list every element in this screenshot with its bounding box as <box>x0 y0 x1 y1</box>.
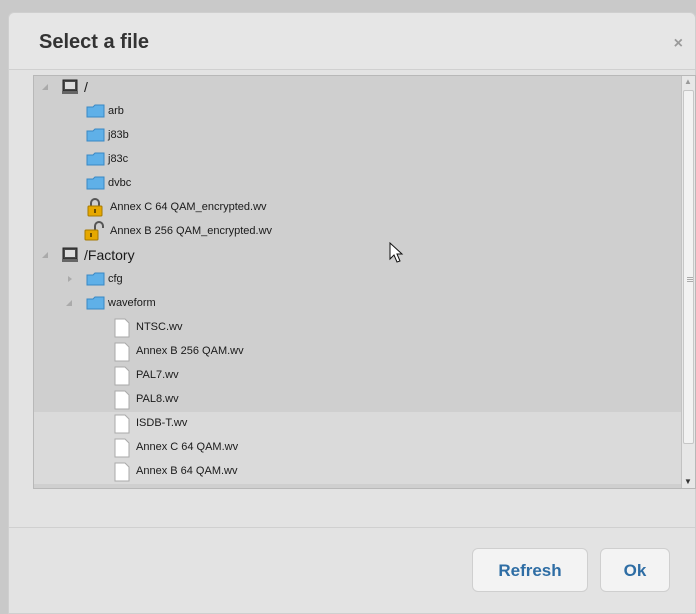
tree-row-file[interactable]: PAL7.wv <box>34 364 681 388</box>
tree-row-folder[interactable]: dvbc <box>34 172 681 196</box>
tree-item-label: Annex C 64 QAM_encrypted.wv <box>110 201 267 213</box>
tree-item-label: arb <box>108 105 124 117</box>
expand-toggle-icon[interactable] <box>66 300 72 306</box>
tree-item-label: PAL7.wv <box>136 369 179 381</box>
tree-row-file[interactable]: Annex C 64 QAM.wv <box>34 436 681 460</box>
file-icon <box>114 414 130 434</box>
folder-icon <box>86 104 105 118</box>
tree-item-label: j83b <box>108 129 129 141</box>
tree-row-folder[interactable]: arb <box>34 100 681 124</box>
file-icon <box>114 366 130 386</box>
tree-row-file[interactable]: Annex B 256 QAM_encrypted.wv <box>34 220 681 244</box>
folder-icon <box>86 128 105 142</box>
grip-icon <box>687 277 693 278</box>
tree-row-file[interactable]: NTSC.wv <box>34 316 681 340</box>
tree-row-file[interactable]: Annex C 64 QAM_encrypted.wv <box>34 196 681 220</box>
tree-item-label: Annex B 256 QAM_encrypted.wv <box>110 225 273 237</box>
tree-row-file[interactable]: ISDB-T.wv <box>34 412 681 436</box>
file-icon <box>114 390 130 410</box>
tree-item-label: / <box>84 79 88 95</box>
folder-icon <box>86 176 105 190</box>
tree-row-folder[interactable]: cfg <box>34 268 681 292</box>
refresh-button[interactable]: Refresh <box>472 548 588 592</box>
hard-drive-icon <box>62 79 78 94</box>
file-icon <box>114 318 130 338</box>
tree-item-label: dvbc <box>108 177 132 189</box>
lock-closed-icon <box>87 198 103 217</box>
tree-item-label: Annex B 64 QAM.wv <box>136 465 238 477</box>
tree-row-folder[interactable]: waveform <box>34 292 681 316</box>
tree-item-label: NTSC.wv <box>136 321 183 333</box>
scroll-up-icon[interactable]: ▲ <box>682 76 694 88</box>
tree-row-file[interactable]: Annex B 256 QAM.wv <box>34 340 681 364</box>
tree-row-file[interactable]: Annex B 64 QAM.wv <box>34 460 681 484</box>
file-tree-list: / arb j83b j83c dvbc Annex C 64 QAM_encr… <box>34 76 681 488</box>
scrollbar-thumb[interactable] <box>683 90 694 444</box>
file-tree: / arb j83b j83c dvbc Annex C 64 QAM_encr… <box>33 75 696 489</box>
tree-item-label: ISDB-T.wv <box>136 417 188 429</box>
tree-item-label: /Factory <box>84 247 135 263</box>
tree-row-folder[interactable]: j83b <box>34 124 681 148</box>
file-icon <box>114 462 130 482</box>
folder-icon <box>86 296 105 310</box>
collapse-toggle-icon[interactable] <box>68 276 72 282</box>
tree-row-drive[interactable]: /Factory <box>34 244 681 268</box>
tree-item-label: Annex B 256 QAM.wv <box>136 345 244 357</box>
hard-drive-icon <box>62 247 78 262</box>
folder-icon <box>86 272 105 286</box>
tree-row-file[interactable]: PAL8.wv <box>34 388 681 412</box>
tree-item-label: Annex C 64 QAM.wv <box>136 441 239 453</box>
file-select-dialog: Select a file × / arb j83b j83c dvbc Ann… <box>8 12 696 614</box>
ok-button[interactable]: Ok <box>600 548 670 592</box>
tree-scrollbar[interactable]: ▲ ▼ <box>681 76 695 488</box>
lock-open-icon <box>84 221 104 241</box>
tree-item-label: j83c <box>108 153 129 165</box>
folder-icon <box>86 152 105 166</box>
tree-item-label: PAL8.wv <box>136 393 179 405</box>
file-icon <box>114 342 130 362</box>
close-icon[interactable]: × <box>674 35 683 53</box>
expand-toggle-icon[interactable] <box>42 252 48 258</box>
scroll-down-icon[interactable]: ▼ <box>682 476 694 488</box>
tree-item-label: cfg <box>108 273 123 285</box>
dialog-header: Select a file × <box>9 13 695 70</box>
tree-item-label: waveform <box>108 297 156 309</box>
tree-row-folder[interactable]: j83c <box>34 148 681 172</box>
dialog-footer: Refresh Ok <box>9 527 695 613</box>
file-icon <box>114 438 130 458</box>
dialog-title: Select a file <box>39 31 150 53</box>
mouse-pointer-icon <box>389 242 404 263</box>
tree-row-root[interactable]: / <box>34 76 681 100</box>
expand-toggle-icon[interactable] <box>42 84 48 90</box>
